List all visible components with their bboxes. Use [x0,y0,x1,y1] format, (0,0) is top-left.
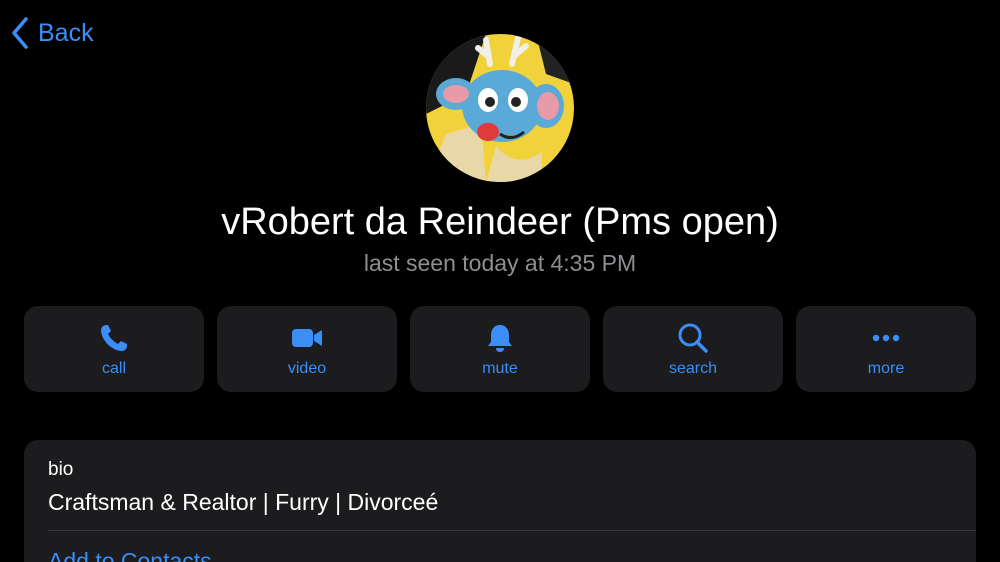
video-label: video [287,360,327,377]
search-button[interactable]: search [603,306,783,392]
info-card: bio Craftsman & Realtor | Furry | Divorc… [24,440,976,562]
profile-name: vRobert da Reindeer (Pms open) [221,201,779,243]
back-label: Back [38,19,94,47]
ellipsis-icon [869,321,903,355]
video-camera-icon [290,321,324,355]
more-button[interactable]: more [796,306,976,392]
call-button[interactable]: call [24,306,204,392]
mute-button[interactable]: mute [410,306,590,392]
action-bar: call video mute search more [24,306,976,392]
phone-icon [97,321,131,355]
add-to-contacts-link[interactable]: Add to Contacts [48,546,212,562]
chevron-left-icon [10,16,30,50]
more-label: more [867,360,905,377]
call-label: call [101,360,126,377]
search-label: search [668,360,718,377]
avatar[interactable] [426,34,574,182]
bio-text: Craftsman & Realtor | Furry | Divorceé [48,489,439,515]
bell-icon [483,321,517,355]
mute-label: mute [482,360,518,377]
back-button[interactable]: Back [10,16,94,50]
last-seen-status: last seen today at 4:35 PM [363,250,637,276]
video-button[interactable]: video [217,306,397,392]
profile-screen: Back vRobert da Reindeer (Pms open) last… [0,0,1000,562]
divider [48,530,976,531]
magnifier-icon [676,321,710,355]
bio-label: bio [48,459,74,480]
